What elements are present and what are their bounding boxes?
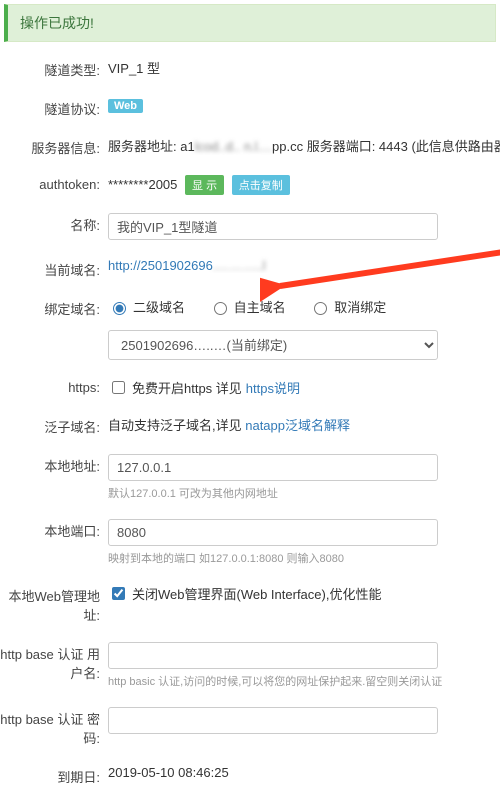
radio-second-level-label: 二级域名 <box>133 297 185 316</box>
label-http-pass: http base 认证 密码: <box>0 705 108 747</box>
label-tunnel-type: 隧道类型: <box>0 56 108 79</box>
label-wildcard: 泛子域名: <box>0 413 108 436</box>
https-help-link[interactable]: https说明 <box>246 378 300 397</box>
success-banner: 操作已成功! <box>4 4 496 42</box>
value-server-info: 服务器地址: a1lcod..d.. n.l....pp.cc 服务器端口: 4… <box>108 134 500 155</box>
http-pass-input[interactable] <box>108 707 438 734</box>
value-tunnel-type: VIP_1 型 <box>108 56 500 77</box>
row-local-port: 本地端口: 映射到本地的端口 如127.0.0.1:8080 则输入8080 <box>0 517 500 566</box>
http-user-help: http basic 认证,访问的时候,可以将您的网址保护起来.留空则关闭认证 <box>108 673 500 689</box>
row-tunnel-type: 隧道类型: VIP_1 型 <box>0 56 500 79</box>
row-expire: 到期日: 2019-05-10 08:46:25 <box>0 763 500 786</box>
radio-cancel-bind[interactable]: 取消绑定 <box>309 297 386 316</box>
local-addr-input[interactable] <box>108 454 438 481</box>
http-user-input[interactable] <box>108 642 438 669</box>
row-authtoken: authtoken: ********2005 显 示 点击复制 <box>0 173 500 195</box>
radio-self-domain-input[interactable] <box>214 302 227 315</box>
radio-self-domain[interactable]: 自主域名 <box>209 297 286 316</box>
value-authtoken: ********2005 <box>108 177 177 192</box>
label-server-info: 服务器信息: <box>0 134 108 157</box>
bind-domain-radio-group: 二级域名 自主域名 取消绑定 <box>108 297 500 318</box>
label-current-domain: 当前域名: <box>0 256 108 279</box>
row-current-domain: 当前域名: http://2501902696.………..l <box>0 256 500 279</box>
row-bind-domain-select: 2501902696…..…(当前绑定) <box>0 328 500 360</box>
label-https: https: <box>0 376 108 395</box>
value-expire: 2019-05-10 08:46:25 <box>108 763 500 780</box>
domain-prefix: http://2501902696 <box>108 258 213 273</box>
label-local-addr: 本地地址: <box>0 452 108 475</box>
server-addr-prefix: 服务器地址: a1 <box>108 139 195 154</box>
radio-cancel-bind-input[interactable] <box>314 302 327 315</box>
label-local-port: 本地端口: <box>0 517 108 540</box>
server-addr-blur: lcod..d.. n.l.... <box>195 139 272 154</box>
row-https: https: 免费开启https 详见 https说明 <box>0 376 500 397</box>
row-http-user: http base 认证 用户名: http basic 认证,访问的时候,可以… <box>0 640 500 689</box>
row-http-pass: http base 认证 密码: <box>0 705 500 747</box>
row-web-mgmt: 本地Web管理地址: 关闭Web管理界面(Web Interface),优化性能 <box>0 582 500 624</box>
local-port-help: 映射到本地的端口 如127.0.0.1:8080 则输入8080 <box>108 550 500 566</box>
label-name: 名称: <box>0 211 108 234</box>
row-local-addr: 本地地址: 默认127.0.0.1 可改为其他内网地址 <box>0 452 500 501</box>
web-mgmt-checkbox[interactable] <box>112 587 125 600</box>
row-bind-domain: 绑定域名: 二级域名 自主域名 取消绑定 <box>0 295 500 318</box>
radio-cancel-bind-label: 取消绑定 <box>334 297 386 316</box>
radio-second-level-input[interactable] <box>113 302 126 315</box>
radio-second-level[interactable]: 二级域名 <box>108 297 185 316</box>
local-port-input[interactable] <box>108 519 438 546</box>
success-text: 操作已成功! <box>20 15 94 31</box>
label-authtoken: authtoken: <box>0 173 108 192</box>
copy-button[interactable]: 点击复制 <box>232 175 290 195</box>
radio-self-domain-label: 自主域名 <box>234 297 286 316</box>
server-addr-suffix: pp.cc 服务器端口: 4443 (此信息供路由器插件 <box>272 139 500 154</box>
label-web-mgmt: 本地Web管理地址: <box>0 582 108 624</box>
row-server-info: 服务器信息: 服务器地址: a1lcod..d.. n.l....pp.cc 服… <box>0 134 500 157</box>
web-mgmt-checkbox-text: 关闭Web管理界面(Web Interface),优化性能 <box>132 584 381 603</box>
https-checkbox[interactable] <box>112 381 125 394</box>
label-bind-domain: 绑定域名: <box>0 295 108 318</box>
label-tunnel-proto: 隧道协议: <box>0 95 108 118</box>
wildcard-link[interactable]: natapp泛域名解释 <box>245 418 350 433</box>
current-domain-link[interactable]: http://2501902696.………..l <box>108 258 266 273</box>
label-expire: 到期日: <box>0 763 108 786</box>
name-input[interactable] <box>108 213 438 240</box>
domain-blur: .………..l <box>213 258 266 273</box>
badge-web: Web <box>108 99 143 113</box>
show-button[interactable]: 显 示 <box>185 175 224 195</box>
row-wildcard: 泛子域名: 自动支持泛子域名,详见 natapp泛域名解释 <box>0 413 500 436</box>
row-name: 名称: <box>0 211 500 240</box>
wildcard-text: 自动支持泛子域名,详见 <box>108 418 245 433</box>
bind-domain-select[interactable]: 2501902696…..…(当前绑定) <box>108 330 438 360</box>
label-http-user: http base 认证 用户名: <box>0 640 108 682</box>
row-tunnel-proto: 隧道协议: Web <box>0 95 500 118</box>
local-addr-help: 默认127.0.0.1 可改为其他内网地址 <box>108 485 500 501</box>
https-checkbox-text: 免费开启https 详见 <box>132 378 242 397</box>
